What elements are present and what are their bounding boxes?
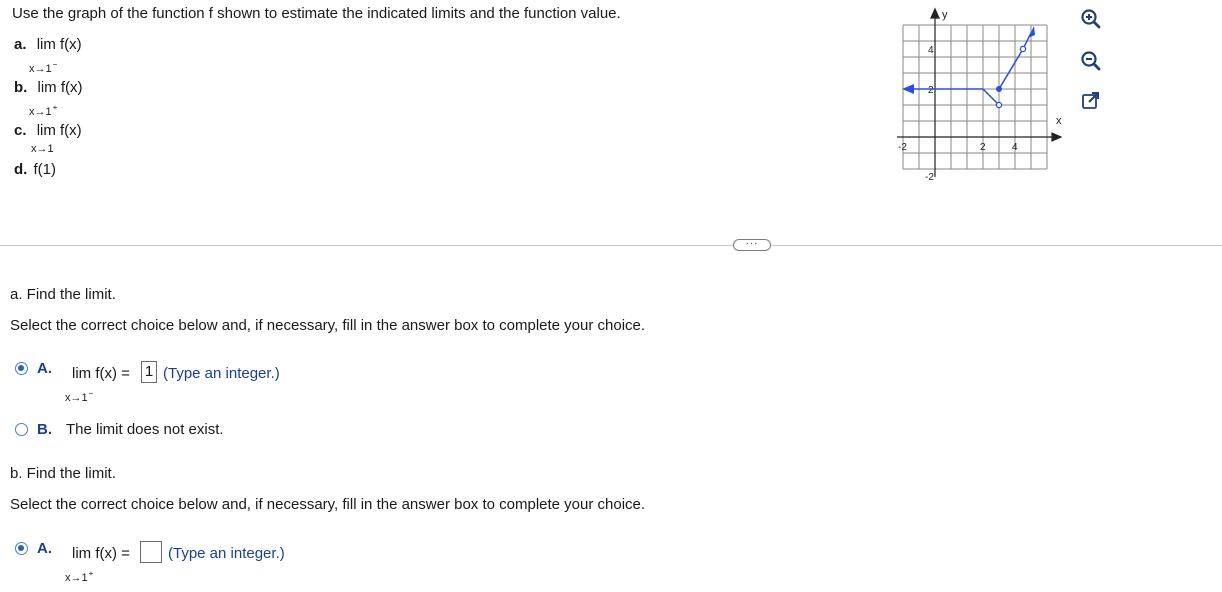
graph-tick-labels: -2 2 4 4 2 -2 — [898, 45, 1018, 183]
part-a-instruction: Select the correct choice below and, if … — [10, 317, 646, 334]
function-graph: x y -2 2 4 4 2 -2 — [897, 7, 1063, 183]
tick-x-neg2: -2 — [898, 142, 907, 153]
part-b-choice-a-sub-text: x→1 — [65, 572, 88, 584]
part-c-item: c. lim f(x) — [14, 122, 82, 139]
graph-axes — [897, 7, 1063, 177]
part-a-answer-box[interactable]: 1 — [141, 361, 157, 383]
part-a-choice-a-radio[interactable] — [15, 362, 28, 375]
tick-x-2: 2 — [980, 142, 986, 153]
part-d-item: d. f(1) — [14, 161, 56, 178]
part-b-expression: lim f(x) — [37, 79, 83, 96]
part-a-choice-a-subscript: x→1− — [65, 389, 93, 404]
part-a-answer-hint: (Type an integer.) — [163, 365, 280, 382]
part-b-heading: b. Find the limit. — [10, 465, 116, 482]
open-point-lower — [995, 101, 1003, 109]
open-point-upper — [1019, 45, 1027, 53]
tick-y-2: 2 — [928, 85, 934, 96]
question-prompt: Use the graph of the function f shown to… — [12, 5, 621, 22]
part-a-subscript: x→1− — [29, 60, 57, 75]
zoom-in-icon — [1081, 9, 1101, 29]
part-c-subscript: x→1 — [31, 143, 54, 155]
popout-icon — [1082, 92, 1099, 109]
zoom-in-button[interactable] — [1080, 8, 1102, 30]
part-a-choice-b-letter: B. — [37, 421, 52, 438]
graph-grid — [902, 24, 1048, 170]
part-b-instruction: Select the correct choice below and, if … — [10, 496, 646, 513]
part-d-expression: f(1) — [33, 161, 57, 178]
part-b-choice-a-letter: A. — [37, 540, 52, 557]
tick-x-4: 4 — [1012, 142, 1018, 153]
part-b-item: b. lim f(x) — [14, 79, 83, 96]
part-a-item: a. lim f(x) — [14, 36, 82, 53]
part-a-choice-b-text: The limit does not exist. — [66, 421, 224, 438]
part-b-choice-a-subscript: x→1+ — [65, 569, 93, 584]
part-c-letter: c. — [14, 122, 27, 139]
part-a-sub-text: x→1 — [29, 63, 52, 75]
y-axis-label: y — [942, 9, 948, 21]
part-b-sup: + — [52, 103, 58, 112]
part-a-choice-a-letter: A. — [37, 360, 52, 377]
part-a-letter: a. — [14, 36, 27, 53]
part-b-answer-hint: (Type an integer.) — [168, 545, 285, 562]
part-a-choice-b-radio[interactable] — [15, 423, 28, 436]
tick-y-neg2: -2 — [925, 172, 934, 183]
zoom-out-button[interactable] — [1080, 50, 1102, 72]
part-c-expression: lim f(x) — [36, 122, 82, 139]
curve-left-arrow — [902, 84, 914, 94]
part-d-letter: d. — [14, 161, 28, 178]
part-b-subscript: x→1+ — [29, 103, 57, 118]
expand-divider-button[interactable]: ··· — [733, 239, 771, 251]
part-a-expression: lim f(x) — [36, 36, 82, 53]
part-a-choice-a-lim: lim f(x) = — [72, 365, 130, 382]
part-b-choice-a-sup: + — [88, 569, 94, 578]
part-a-choice-a-sup: − — [88, 389, 94, 398]
part-a-sup: − — [52, 60, 58, 69]
part-b-letter: b. — [14, 79, 28, 96]
part-b-choice-a-radio[interactable] — [15, 542, 28, 555]
closed-point — [996, 86, 1002, 92]
zoom-out-icon — [1081, 51, 1101, 71]
part-b-sub-text: x→1 — [29, 106, 52, 118]
section-divider — [0, 245, 1222, 246]
part-b-choice-a-lim: lim f(x) = — [72, 545, 130, 562]
part-b-answer-box[interactable] — [140, 541, 162, 563]
part-a-heading-text: a. Find the limit. — [10, 286, 116, 303]
tick-y-4: 4 — [928, 45, 934, 56]
x-axis-label: x — [1056, 115, 1062, 127]
part-a-heading: a. Find the limit. — [10, 286, 116, 303]
part-a-choice-a-sub-text: x→1 — [65, 392, 88, 404]
popout-button[interactable] — [1080, 90, 1102, 112]
